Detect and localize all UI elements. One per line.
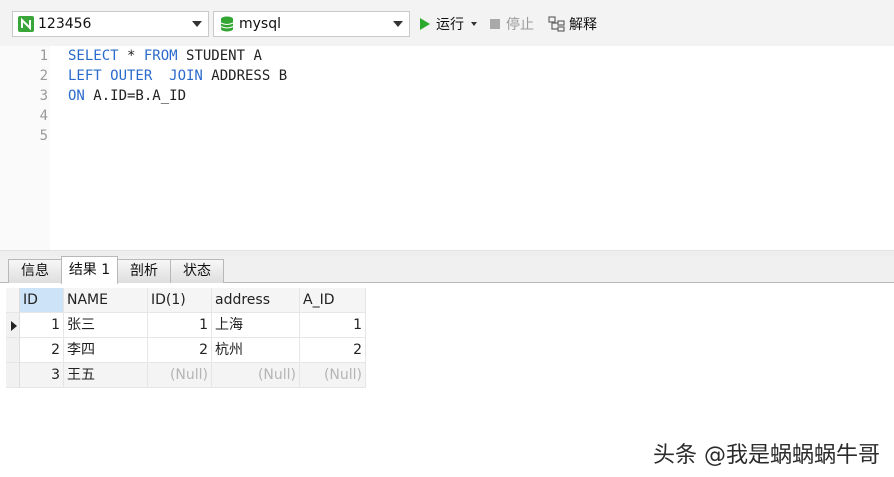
column-header[interactable]: address [212, 288, 300, 313]
watermark-text: 头条 @我是蜗蜗蜗牛哥 [653, 443, 880, 468]
line-number: 4 [39, 108, 48, 124]
stop-label: 停止 [506, 17, 534, 33]
explain-label: 解释 [569, 17, 597, 33]
table-cell[interactable]: 3 [20, 363, 64, 388]
table-cell[interactable]: 1 [300, 313, 366, 338]
sql-text: * [118, 48, 144, 64]
table-cell[interactable]: (Null) [300, 363, 366, 388]
stop-icon [490, 19, 500, 29]
row-selector[interactable] [6, 338, 20, 363]
table-cell[interactable]: (Null) [148, 363, 212, 388]
database-select[interactable]: mysql [213, 11, 410, 37]
sql-text: ADDRESS B [202, 68, 288, 84]
database-name: mysql [239, 16, 281, 32]
sql-editor[interactable]: 1 SELECT * FROM STUDENT A 2 LEFT OUTER JOIN… [0, 46, 894, 250]
current-row-icon [11, 321, 17, 331]
tab-status[interactable]: 状态 [170, 259, 224, 283]
line-number: 2 [39, 68, 48, 84]
sql-keyword: LEFT OUTER JOIN [68, 68, 203, 84]
table-cell[interactable]: (Null) [212, 363, 300, 388]
row-selector[interactable] [6, 313, 20, 338]
table-cell[interactable]: 上海 [212, 313, 300, 338]
connection-select[interactable]: 123456 [12, 11, 209, 37]
table-cell[interactable]: 1 [148, 313, 212, 338]
column-header[interactable]: NAME [64, 288, 148, 313]
play-icon [420, 18, 430, 30]
sql-text: STUDENT A [177, 48, 262, 64]
sql-text: A.ID=B.A_ID [84, 88, 187, 104]
table-cell[interactable]: 2 [148, 338, 212, 363]
table-cell[interactable]: 1 [20, 313, 64, 338]
run-button[interactable]: 运行 [420, 13, 477, 35]
column-header[interactable]: A_ID [300, 288, 366, 313]
chevron-down-icon [192, 21, 202, 27]
stop-button[interactable]: 停止 [490, 13, 534, 35]
column-header[interactable]: ID [20, 288, 64, 313]
table-cell[interactable]: 2 [300, 338, 366, 363]
tab-result-1[interactable]: 结果 1 [61, 256, 118, 284]
toolbar: 123456 mysql 运行 停止 解释 [0, 0, 894, 46]
table-cell[interactable]: 王五 [64, 363, 148, 388]
row-selector[interactable] [6, 363, 20, 388]
explain-icon [548, 16, 566, 32]
table-cell[interactable]: 杭州 [212, 338, 300, 363]
database-icon [219, 16, 235, 32]
column-header[interactable]: ID(1) [148, 288, 212, 313]
code-line[interactable]: ON A.ID=B.A_ID [68, 86, 186, 106]
caret-down-icon[interactable] [471, 22, 477, 26]
explain-button[interactable]: 解释 [548, 13, 597, 35]
grid-corner [6, 288, 20, 313]
sql-keyword: SELECT [68, 48, 119, 64]
line-number: 1 [39, 48, 48, 64]
code-line[interactable]: LEFT OUTER JOIN ADDRESS B [68, 66, 287, 86]
tab-profile[interactable]: 剖析 [117, 259, 171, 283]
line-number: 5 [39, 128, 48, 144]
code-line[interactable]: SELECT * FROM STUDENT A [68, 46, 262, 66]
tab-info[interactable]: 信息 [8, 259, 62, 283]
chevron-down-icon [393, 21, 403, 27]
run-label: 运行 [436, 17, 464, 33]
table-cell[interactable]: 2 [20, 338, 64, 363]
sql-keyword: FROM [143, 48, 178, 64]
line-number: 3 [39, 88, 48, 104]
connection-name: 123456 [38, 16, 92, 32]
result-tab-bar: 信息 结果 1 剖析 状态 [0, 256, 894, 284]
connection-icon [18, 16, 34, 32]
sql-keyword: ON [68, 88, 85, 104]
table-cell[interactable]: 李四 [64, 338, 148, 363]
table-cell[interactable]: 张三 [64, 313, 148, 338]
